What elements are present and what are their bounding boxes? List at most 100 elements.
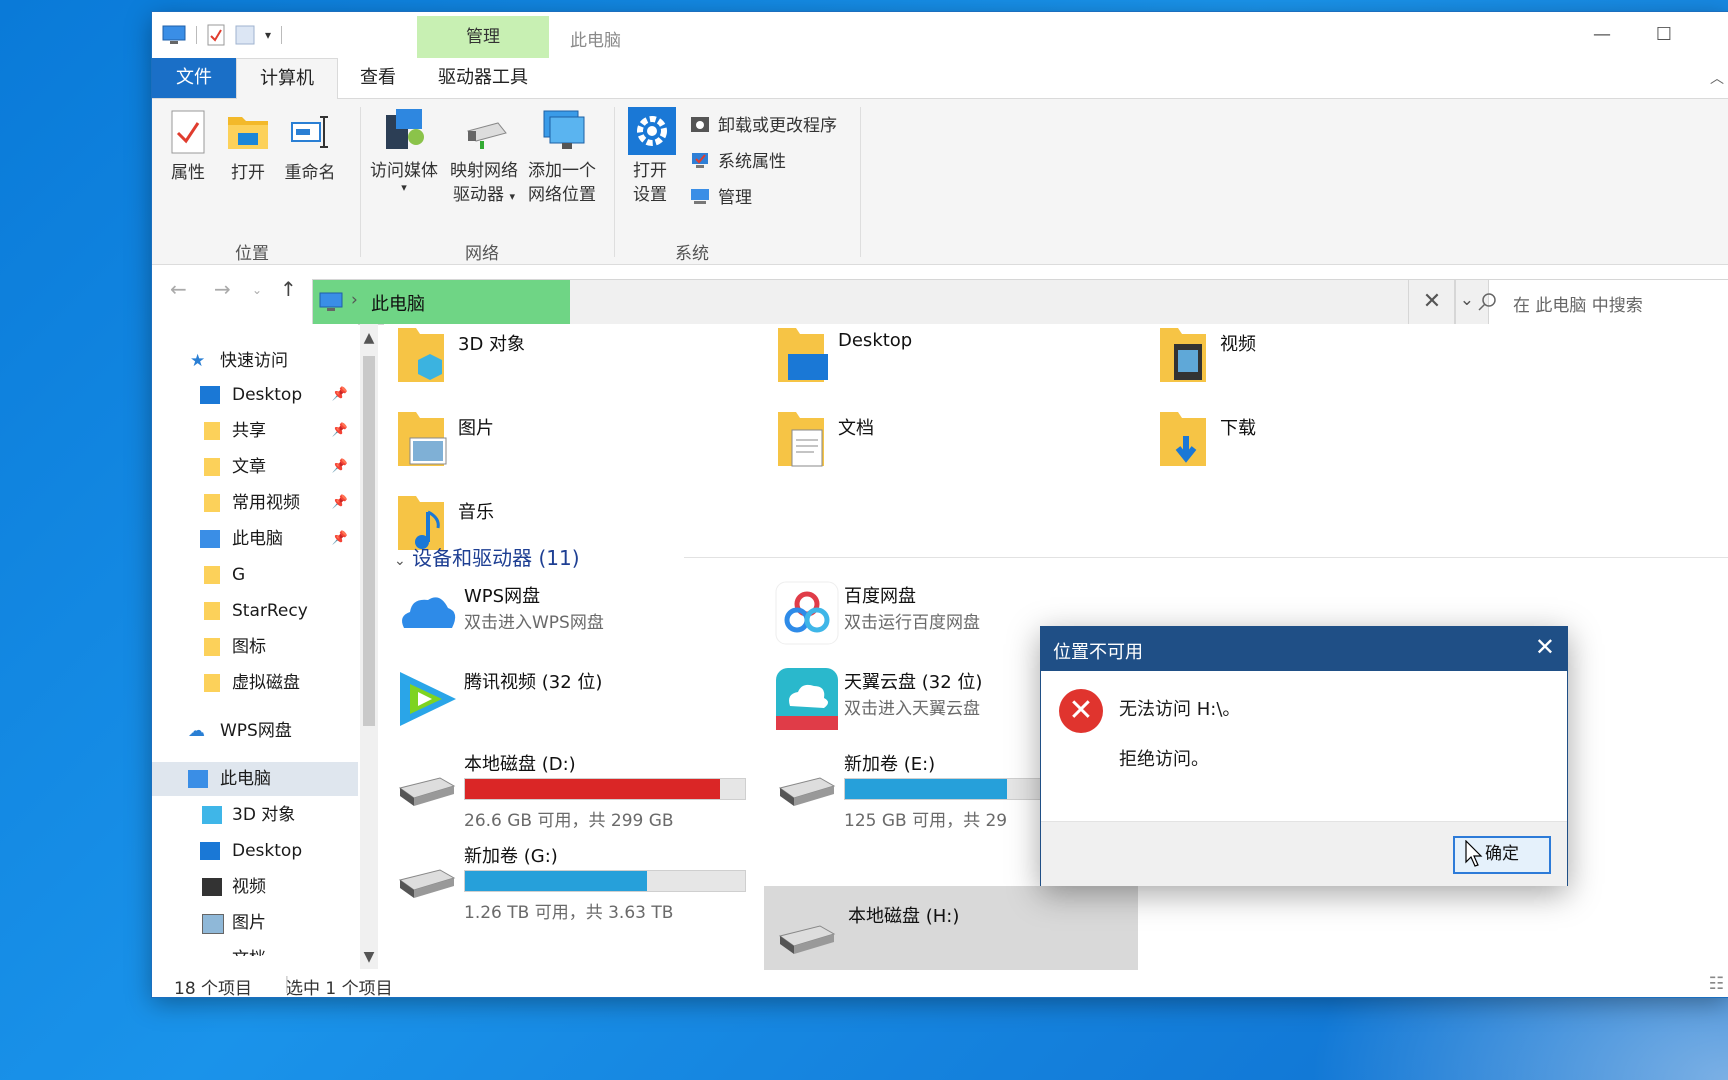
nav-pc-3d-objects[interactable]: 3D 对象 xyxy=(152,798,358,832)
scrollbar-thumb[interactable] xyxy=(363,356,375,726)
minimize-button[interactable]: — xyxy=(1572,20,1632,50)
map-drive-button[interactable]: 映射网络 驱动器 ▾ xyxy=(446,107,522,209)
ribbon-divider xyxy=(360,107,361,257)
ribbon-tabs: 文件 计算机 查看 驱动器工具 xyxy=(152,58,1728,100)
system-properties-icon xyxy=(692,152,708,168)
folder-documents[interactable]: 文档 xyxy=(774,408,1104,478)
computer-icon[interactable] xyxy=(162,24,186,46)
nav-this-pc[interactable]: 此电脑 xyxy=(152,762,358,796)
address-bar[interactable]: › 此电脑 ⌄ xyxy=(312,279,1489,325)
add-location-label-1: 添加一个 xyxy=(528,161,596,181)
scroll-up-icon[interactable]: ▲ xyxy=(360,330,378,346)
folder-downloads[interactable]: 下载 xyxy=(1156,408,1486,478)
map-drive-label-1: 映射网络 xyxy=(450,161,518,181)
star-icon: ★ xyxy=(190,351,206,371)
maximize-button[interactable]: ☐ xyxy=(1634,20,1694,50)
details-view-icon[interactable]: ☷ xyxy=(1709,974,1724,994)
wps-cloud-icon xyxy=(402,597,456,628)
scroll-down-icon[interactable]: ▼ xyxy=(360,949,378,965)
breadcrumb-chevron-icon: › xyxy=(351,290,358,310)
nav-wps-label: WPS网盘 xyxy=(220,721,292,741)
devices-section-header[interactable]: ⌄ 设备和驱动器 (11) xyxy=(394,542,580,571)
nav-item-icons[interactable]: 图标 xyxy=(152,630,358,664)
nav-pc-documents[interactable]: 文档 xyxy=(152,942,358,956)
dialog-title-bar: 位置不可用 ✕ xyxy=(1041,627,1567,671)
nav-item-this-pc-pinned[interactable]: 此电脑 📌 xyxy=(152,522,358,556)
properties-large-icon xyxy=(171,110,205,154)
system-properties-button[interactable]: 系统属性 xyxy=(690,147,786,172)
nav-item-starrecy[interactable]: StarRecy xyxy=(152,594,358,628)
nav-item-virtual-disk[interactable]: 虚拟磁盘 xyxy=(152,666,358,700)
properties-icon[interactable] xyxy=(207,24,225,46)
media-icon xyxy=(386,109,424,149)
folder-3d-objects[interactable]: 3D 对象 xyxy=(394,324,724,394)
nav-wps-drive[interactable]: ☁ WPS网盘 xyxy=(152,714,358,748)
nav-item-g[interactable]: G xyxy=(152,558,358,592)
tencent-video-icon xyxy=(400,672,456,726)
drive-h[interactable]: 本地磁盘 (H:) xyxy=(764,886,1138,970)
customize-qat-icon[interactable]: ▾ xyxy=(265,28,271,42)
nav-scrollbar[interactable]: ▲ ▼ xyxy=(360,324,378,969)
new-folder-icon[interactable] xyxy=(235,24,255,46)
folder-label: 文档 xyxy=(838,418,874,439)
pictures-folder-icon xyxy=(398,412,447,466)
pin-icon: 📌 xyxy=(331,459,348,474)
film-icon xyxy=(202,878,222,896)
section-divider xyxy=(684,557,1728,558)
folder-label: 音乐 xyxy=(458,502,494,523)
tab-view[interactable]: 查看 xyxy=(336,58,420,98)
title-bar: ▾ 管理 此电脑 — ☐ xyxy=(152,12,1728,62)
tab-drive-tools[interactable]: 驱动器工具 xyxy=(417,58,549,98)
nav-item-share[interactable]: 共享 📌 xyxy=(152,414,358,448)
folder-label: 下载 xyxy=(1220,418,1256,439)
collapse-ribbon-icon[interactable]: ︿ xyxy=(1710,68,1724,88)
search-box[interactable]: 在 此电脑 中搜索 xyxy=(1454,279,1728,325)
refresh-close-icon[interactable]: ✕ xyxy=(1408,279,1456,325)
drive-d[interactable]: 本地磁盘 (D:) 26.6 GB 可用，共 299 GB xyxy=(394,748,746,831)
up-arrow-icon[interactable]: ↑ xyxy=(280,277,297,301)
nav-pc-desktop[interactable]: Desktop xyxy=(152,834,358,868)
map-drive-label-2: 驱动器 xyxy=(453,185,505,205)
back-arrow-icon[interactable]: ← xyxy=(170,277,187,301)
quick-access-toolbar: ▾ xyxy=(162,22,283,48)
drive-wps[interactable]: WPS网盘 双击进入WPS网盘 xyxy=(394,580,734,662)
nav-this-pc-label: 此电脑 xyxy=(220,769,271,789)
drive-g[interactable]: 新加卷 (G:) 1.26 TB 可用，共 3.63 TB xyxy=(394,840,746,923)
rename-icon xyxy=(291,116,328,148)
add-location-label-2: 网络位置 xyxy=(528,185,596,205)
context-tab-header: 管理 xyxy=(417,16,549,58)
open-button[interactable]: 打开 xyxy=(222,109,274,185)
properties-button[interactable]: 属性 xyxy=(162,109,214,185)
chevron-down-icon: ⌄ xyxy=(394,553,406,569)
close-icon[interactable]: ✕ xyxy=(1535,633,1555,661)
folder-desktop[interactable]: Desktop xyxy=(774,324,1104,394)
manage-label: 管理 xyxy=(718,188,752,208)
uninstall-button[interactable]: 卸载或更改程序 xyxy=(690,111,837,136)
nav-item-videos-common[interactable]: 常用视频 📌 xyxy=(152,486,358,520)
nav-item-desktop[interactable]: Desktop 📌 xyxy=(152,378,358,412)
folder-pictures[interactable]: 图片 xyxy=(394,408,724,478)
nav-pc-videos[interactable]: 视频 xyxy=(152,870,358,904)
tab-file[interactable]: 文件 xyxy=(152,58,236,98)
manage-button[interactable]: 管理 xyxy=(690,183,752,208)
pin-icon: 📌 xyxy=(331,423,348,438)
rename-button[interactable]: 重命名 xyxy=(280,109,340,185)
nav-quick-access[interactable]: ★ 快速访问 xyxy=(152,344,358,378)
drive-capacity: 1.26 TB 可用，共 3.63 TB xyxy=(464,903,674,923)
nav-item-articles[interactable]: 文章 📌 xyxy=(152,450,358,484)
add-network-location-button[interactable]: 添加一个 网络位置 xyxy=(524,107,600,207)
drive-name: 本地磁盘 (D:) xyxy=(464,754,576,775)
error-dialog: 位置不可用 ✕ ✕ 无法访问 H:\。 拒绝访问。 确定 xyxy=(1040,626,1568,886)
drive-tencent-video[interactable]: 腾讯视频 (32 位) xyxy=(394,666,734,748)
access-media-button[interactable]: 访问媒体 ▾ xyxy=(366,107,442,193)
computer-icon xyxy=(188,770,208,788)
folder-videos[interactable]: 视频 xyxy=(1156,324,1486,394)
open-settings-button[interactable]: 打开 设置 xyxy=(622,107,678,207)
open-settings-label-2: 设置 xyxy=(633,185,667,205)
drive-name: WPS网盘 xyxy=(464,586,541,607)
nav-pc-pictures[interactable]: 图片 xyxy=(152,906,358,940)
dialog-footer: 确定 xyxy=(1041,821,1567,886)
forward-arrow-icon[interactable]: → xyxy=(214,277,231,301)
recent-locations-icon[interactable]: ⌄ xyxy=(252,283,262,297)
tab-computer[interactable]: 计算机 xyxy=(236,58,338,100)
